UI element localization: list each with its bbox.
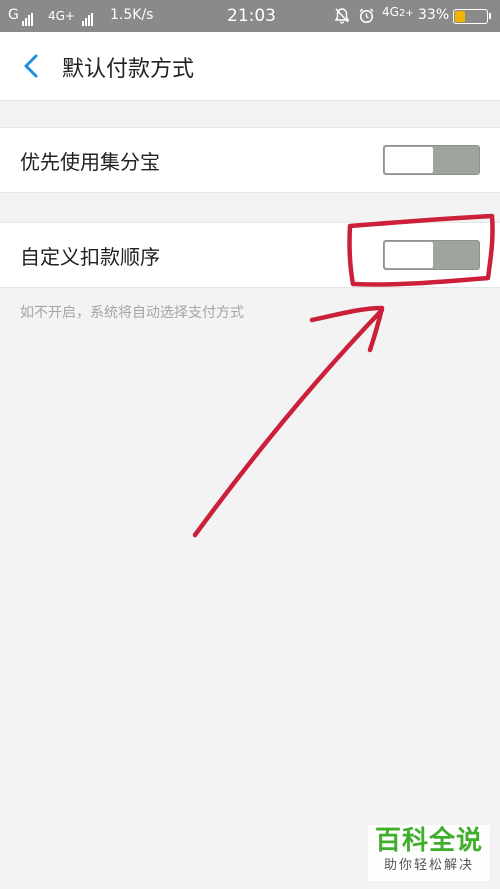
priority-jifenbao-toggle[interactable] <box>383 145 480 175</box>
battery-percent: 33% <box>418 7 450 23</box>
toggle-knob <box>385 147 433 173</box>
status-bar: G 4G+ 1.5K/s 21:03 4G2+ 33% <box>0 0 500 32</box>
page-title: 默认付款方式 <box>62 57 195 82</box>
signal-icon <box>22 10 34 26</box>
watermark-title: 百科全说 <box>374 826 483 856</box>
setting-label: 自定义扣款顺序 <box>20 245 160 269</box>
annotation-arrow <box>192 307 385 538</box>
toggle-knob <box>385 242 433 268</box>
custom-order-toggle[interactable] <box>383 240 480 270</box>
setting-label: 优先使用集分宝 <box>20 150 160 174</box>
watermark-logo: 百科全说 助你轻松解决 <box>368 825 490 881</box>
network-speed: 1.5K/s <box>110 7 154 23</box>
header: 默认付款方式 <box>0 32 500 101</box>
carrier-label: G <box>8 7 19 23</box>
alarm-icon <box>359 8 374 24</box>
battery-fill <box>455 11 465 22</box>
network-type-right: 4G2+ <box>382 5 414 19</box>
network-type-label: 4G+ <box>48 9 75 23</box>
network-type-right-sub: 2+ <box>398 8 414 19</box>
clock: 21:03 <box>227 6 276 26</box>
signal-icon-2 <box>82 10 94 26</box>
hint-text: 如不开启，系统将自动选择支付方式 <box>20 305 244 321</box>
network-type-right-label: 4G <box>382 5 399 19</box>
chevron-left-icon[interactable] <box>18 52 46 80</box>
setting-row-custom-order: 自定义扣款顺序 <box>0 222 500 288</box>
setting-row-priority-jifenbao: 优先使用集分宝 <box>0 127 500 193</box>
bell-off-icon <box>334 8 350 24</box>
watermark-subtitle: 助你轻松解决 <box>383 858 474 873</box>
battery-icon <box>453 9 491 24</box>
annotation-arrowhead <box>309 305 385 353</box>
